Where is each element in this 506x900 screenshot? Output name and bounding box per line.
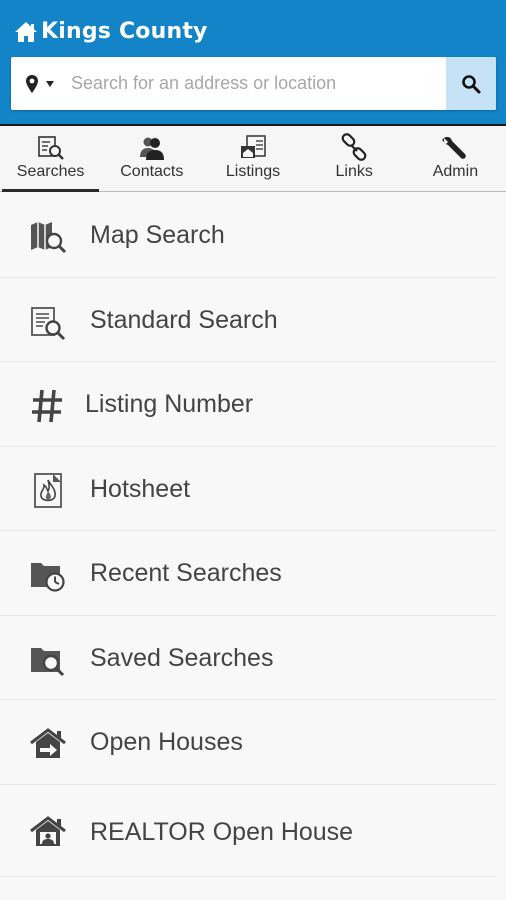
wrench-icon — [442, 137, 467, 159]
tab-contacts[interactable]: Contacts — [101, 126, 202, 191]
hash-icon — [32, 389, 62, 423]
link-icon — [341, 133, 367, 161]
menu-item-label: Standard Search — [90, 305, 278, 334]
location-pin-icon — [26, 75, 38, 93]
menu-item-label: Hotsheet — [90, 474, 191, 503]
menu-item-label: Saved Searches — [90, 643, 274, 672]
tab-label: Contacts — [120, 163, 184, 180]
search-bar — [11, 57, 496, 110]
tab-links[interactable]: Links — [304, 126, 405, 191]
menu-item-listing-number[interactable]: Listing Number — [0, 362, 496, 447]
document-search-icon — [31, 306, 66, 340]
search-button[interactable] — [446, 57, 496, 110]
home-icon — [15, 21, 37, 42]
menu-item-recent-searches[interactable]: Recent Searches — [0, 531, 496, 616]
menu-item-label: Recent Searches — [90, 559, 282, 587]
map-search-icon — [31, 222, 67, 254]
contacts-icon — [139, 137, 164, 160]
tab-bar: Searches Contacts Listings Links Admin — [0, 124, 506, 192]
tab-label: Searches — [16, 163, 85, 180]
tab-label: Admin — [432, 163, 479, 180]
menu-item-standard-search[interactable]: Standard Search — [0, 278, 496, 362]
menu-item-label: REALTOR Open House — [90, 817, 354, 846]
fire-document-icon — [34, 472, 62, 508]
tab-label: Listings — [225, 163, 281, 180]
chevron-down-icon — [46, 81, 54, 87]
house-arrow-icon — [30, 728, 66, 758]
menu-item-label: Map Search — [90, 221, 225, 249]
tab-label: Links — [335, 163, 373, 180]
brand[interactable]: Kings County — [14, 19, 208, 44]
tab-listings[interactable]: Listings — [202, 126, 303, 191]
house-person-icon — [30, 815, 66, 846]
menu-list: Map Search Standard Search Listing Numbe… — [0, 193, 506, 877]
app-title: Kings County — [41, 19, 208, 44]
menu-item-map-search[interactable]: Map Search — [0, 193, 496, 278]
folder-search-icon — [31, 647, 65, 676]
location-dropdown[interactable] — [25, 72, 65, 96]
menu-item-label: Open Houses — [90, 728, 243, 756]
search-document-icon — [37, 136, 64, 160]
search-icon — [462, 74, 481, 93]
listings-icon — [241, 135, 266, 158]
tab-admin[interactable]: Admin — [405, 126, 506, 191]
menu-item-open-houses[interactable]: Open Houses — [0, 700, 496, 785]
menu-item-label: Listing Number — [85, 390, 254, 418]
folder-clock-icon — [31, 563, 65, 592]
menu-item-realtor-open-house[interactable]: REALTOR Open House — [0, 785, 496, 877]
app-header: Kings County — [0, 0, 506, 124]
menu-item-hotsheet[interactable]: Hotsheet — [0, 447, 496, 531]
menu-item-saved-searches[interactable]: Saved Searches — [0, 616, 496, 700]
tab-searches[interactable]: Searches — [0, 126, 101, 192]
search-input[interactable] — [71, 57, 446, 110]
